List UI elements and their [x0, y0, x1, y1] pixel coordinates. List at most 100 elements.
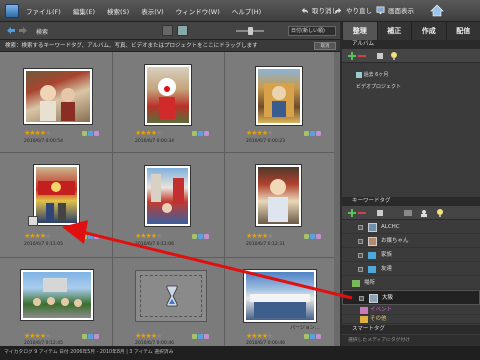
keyword-row-other[interactable]: その他: [342, 315, 480, 324]
sort-select[interactable]: 日付(新しい順): [288, 26, 336, 36]
album-item-recent[interactable]: 過去 6ヶ月: [356, 71, 388, 78]
keyword-row-places[interactable]: 場所: [342, 277, 480, 290]
keyword-label: イベント: [370, 307, 393, 313]
home-icon[interactable]: [430, 4, 444, 17]
photo-thumbnail-1[interactable]: [24, 69, 92, 124]
photo-content: [268, 179, 288, 222]
keyword-label: 場所: [364, 280, 376, 286]
back-arrow-icon[interactable]: [6, 26, 16, 35]
keyword-row-event[interactable]: イベント: [342, 306, 480, 315]
person-icon[interactable]: [420, 209, 428, 217]
tab-fix[interactable]: 補正: [376, 22, 412, 40]
rating-stars[interactable]: ★★★★★: [24, 232, 51, 240]
bulb-icon[interactable]: [390, 52, 398, 60]
menu-help[interactable]: ヘルプ(H): [232, 6, 261, 16]
redo-icon: [334, 7, 342, 13]
photo-thumbnail-2[interactable]: [145, 65, 191, 125]
video-thumbnail[interactable]: [135, 270, 207, 322]
redo-button[interactable]: やり直し: [334, 5, 372, 15]
photo-tag-icons: [192, 131, 209, 136]
photo-thumbnail-9[interactable]: [244, 270, 316, 322]
keyword-checkbox[interactable]: [358, 225, 363, 230]
menu-file[interactable]: ファイル(F): [26, 6, 61, 16]
menu-view[interactable]: 表示(V): [141, 6, 164, 16]
search-button[interactable]: 検索: [36, 27, 48, 36]
menubar: ファイル(F) 編集(E) 検索(S) 表示(V) ウィンドウ(W) ヘルプ(H…: [0, 0, 480, 22]
remove-icon[interactable]: [358, 209, 366, 217]
keyword-row-family[interactable]: 家族: [342, 249, 480, 262]
tab-organize[interactable]: 整理: [342, 22, 377, 40]
keyword-toolbar: [342, 206, 480, 220]
photo-content: [38, 181, 75, 221]
hourglass-icon: [166, 285, 178, 307]
tag-selected-media-button[interactable]: 選択したメディアにタグ付け: [342, 335, 480, 346]
keyword-checkbox[interactable]: [358, 239, 363, 244]
rating-stars[interactable]: ★★★★★: [246, 332, 273, 340]
tab-create[interactable]: 作成: [411, 22, 446, 40]
keyword-row-osaka[interactable]: 大阪: [342, 290, 480, 305]
keyword-checkbox[interactable]: [359, 296, 364, 301]
photo-content: [250, 294, 310, 318]
keyword-checkbox[interactable]: [358, 267, 363, 272]
album-section-header[interactable]: アルバム: [342, 40, 480, 49]
keyword-section-header[interactable]: キーワードタグ: [342, 197, 480, 206]
browser-toolbar: 検索 日付(新しい順): [0, 22, 340, 40]
rating-stars[interactable]: ★★★★★: [24, 332, 51, 340]
hint-clear-button[interactable]: 取消: [314, 42, 336, 50]
menu-window[interactable]: ウィンドウ(W): [176, 6, 220, 16]
photo-thumbnail-5[interactable]: [145, 166, 190, 226]
screen-view-button[interactable]: 画面表示: [376, 5, 414, 15]
photo-thumbnail-4[interactable]: [34, 165, 79, 225]
photo-date: 2010/6/7 0:11:05: [24, 242, 63, 247]
photo-tag-icons: [82, 234, 99, 239]
rating-stars[interactable]: ★★★★★: [135, 332, 162, 340]
grid-divider: [224, 52, 225, 346]
rating-stars[interactable]: ★★★★★: [246, 129, 273, 137]
add-icon[interactable]: [348, 209, 356, 217]
menu-edit[interactable]: 編集(E): [73, 6, 95, 16]
keyword-row-alchc[interactable]: ALCHC: [342, 221, 480, 234]
view-mode-grid-icon[interactable]: [177, 25, 188, 36]
keyword-checkbox[interactable]: [358, 253, 363, 258]
organize-panel: アルバム 過去 6ヶ月 ビデオプロジェクト キーワードタグ ALCHC お嬢ちゃ…: [342, 40, 480, 346]
workspace-tabs: 整理 補正 作成 配信: [342, 22, 480, 40]
grid-scrollbar[interactable]: [334, 52, 340, 346]
photo-tag-icons: [192, 334, 209, 339]
edit-tag-icon[interactable]: [376, 209, 384, 217]
grid-divider: [0, 152, 340, 153]
app-icon[interactable]: [5, 4, 19, 18]
tab-share[interactable]: 配信: [445, 22, 480, 40]
undo-button[interactable]: 取り消し: [300, 5, 338, 15]
search-drop-hint[interactable]: 検索：検索するキーワードタグ、アルバム、写真、ビデオまたはプロジェクトをここにド…: [0, 40, 340, 52]
place-thumbnail-icon: [369, 294, 378, 303]
photo-thumbnail-7[interactable]: [21, 270, 93, 320]
other-tag-icon: [360, 316, 368, 323]
remove-icon[interactable]: [358, 52, 366, 60]
album-item-video-project[interactable]: ビデオプロジェクト: [356, 83, 401, 90]
photo-date: 2010/6/7 0:12:31: [246, 242, 285, 247]
add-icon[interactable]: [348, 52, 356, 60]
photo-date: 2010/6/7 0:11:06: [135, 242, 174, 247]
bulb-icon[interactable]: [436, 209, 444, 217]
keyword-row-ojouchan[interactable]: お嬢ちゃん: [342, 235, 480, 248]
menu-search[interactable]: 検索(S): [107, 6, 129, 16]
album-icon[interactable]: [376, 52, 384, 60]
photo-grid: ★★★★★ 2010/6/7 0:00:54 ★★★★★ 2010/6/7 0:…: [0, 52, 340, 346]
view-mode-detail-icon[interactable]: [162, 25, 173, 36]
forward-arrow-icon[interactable]: [18, 26, 28, 35]
smart-tag-section-header[interactable]: スマートタグ: [342, 325, 480, 334]
rating-stars[interactable]: ★★★★★: [246, 232, 273, 240]
photo-date: 2010/6/7 0:00:23: [246, 139, 285, 144]
slider-knob[interactable]: [248, 27, 253, 35]
rating-stars[interactable]: ★★★★★: [24, 129, 51, 137]
rating-stars[interactable]: ★★★★★: [135, 129, 162, 137]
keyword-row-friends[interactable]: 友達: [342, 263, 480, 276]
album-toolbar: [342, 49, 480, 63]
photo-date: 2010/6/7 0:00:34: [135, 139, 174, 144]
photo-content: [151, 174, 184, 213]
photo-thumbnail-6[interactable]: [256, 165, 301, 226]
photo-content: [264, 83, 294, 117]
tag-view-icon[interactable]: [404, 209, 412, 217]
rating-stars[interactable]: ★★★★★: [135, 232, 162, 240]
photo-thumbnail-3[interactable]: [256, 67, 302, 125]
